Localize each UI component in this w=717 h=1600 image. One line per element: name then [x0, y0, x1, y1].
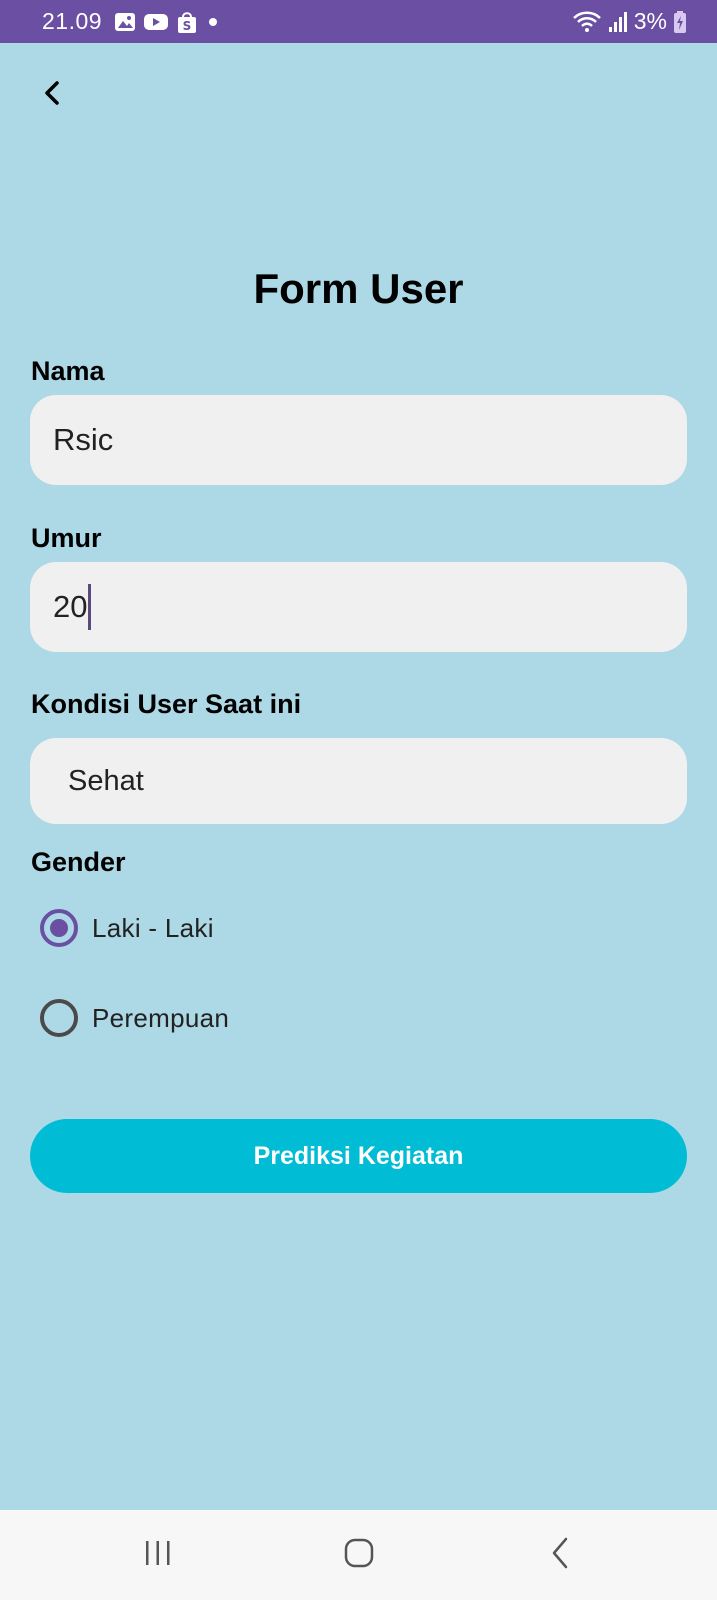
battery-percent: 3%	[633, 8, 667, 34]
radio-checked-icon	[40, 909, 78, 947]
radio-unchecked-icon	[40, 999, 78, 1037]
shopee-bag-icon: S	[176, 10, 198, 34]
kondisi-selected-value: Sehat	[68, 764, 144, 797]
status-time: 21.09	[42, 8, 103, 34]
recent-apps-icon	[143, 1539, 173, 1572]
nav-back-button[interactable]	[531, 1532, 591, 1578]
status-right: 3%	[572, 8, 687, 35]
youtube-icon	[143, 12, 169, 32]
image-icon	[114, 12, 136, 32]
umur-field[interactable]: 20	[30, 562, 687, 652]
gender-label: Gender	[31, 847, 126, 877]
back-icon	[549, 1536, 573, 1575]
navigation-bar	[0, 1510, 717, 1600]
prediksi-kegiatan-button[interactable]: Prediksi Kegiatan	[30, 1119, 687, 1193]
radio-label-laki-laki: Laki - Laki	[92, 912, 214, 943]
nama-label: Nama	[31, 356, 105, 386]
wifi-icon	[572, 10, 602, 34]
chevron-left-icon	[41, 80, 63, 111]
radio-label-perempuan: Perempuan	[92, 1002, 230, 1033]
recent-apps-button[interactable]	[128, 1532, 188, 1578]
text-cursor	[88, 584, 92, 630]
svg-text:S: S	[183, 19, 192, 33]
home-icon	[343, 1537, 375, 1574]
status-bar: 21.09 S 3%	[0, 0, 717, 43]
battery-charging-icon	[673, 10, 687, 34]
radio-laki-laki[interactable]: Laki - Laki	[40, 909, 214, 947]
home-button[interactable]	[329, 1532, 389, 1578]
nama-field[interactable]: Rsic	[30, 395, 687, 485]
page-title: Form User	[253, 265, 464, 312]
umur-value: 20	[53, 589, 88, 624]
nama-value: Rsic	[53, 422, 114, 457]
form-screen: Form User Nama Rsic Umur 20 Kondisi User…	[0, 43, 717, 1510]
signal-icon	[608, 11, 628, 33]
umur-label: Umur	[31, 523, 102, 553]
back-button[interactable]	[30, 73, 74, 117]
notification-icons: S	[114, 10, 221, 34]
radio-dot	[50, 919, 68, 937]
kondisi-dropdown[interactable]: Sehat	[30, 738, 687, 824]
dot-icon	[205, 12, 221, 32]
radio-perempuan[interactable]: Perempuan	[40, 999, 229, 1037]
kondisi-label: Kondisi User Saat ini	[31, 689, 302, 719]
